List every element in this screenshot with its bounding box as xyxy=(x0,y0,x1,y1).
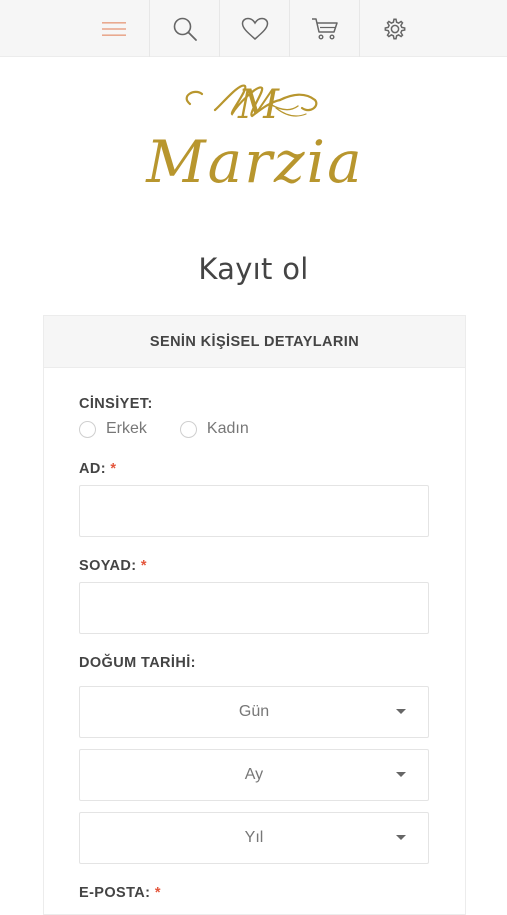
email-label: E-POSTA: * xyxy=(79,885,161,901)
last-name-field[interactable] xyxy=(79,582,429,634)
first-name-label: AD: * xyxy=(79,461,116,477)
birth-day-placeholder: Gün xyxy=(238,703,270,720)
first-name-label-text: AD: xyxy=(79,461,106,477)
birth-month-select[interactable]: Ay xyxy=(79,749,429,801)
first-name-field[interactable] xyxy=(79,485,429,537)
gender-options: Erkek Kadın xyxy=(79,418,282,440)
gender-label: CİNSİYET: xyxy=(79,396,153,412)
gender-option-male[interactable]: Erkek xyxy=(79,420,147,438)
last-name-label: SOYAD: * xyxy=(79,558,147,574)
cart-icon xyxy=(311,17,338,40)
birthdate-label: DOĞUM TARİHİ: xyxy=(79,655,196,671)
email-label-text: E-POSTA: xyxy=(79,885,151,901)
wishlist-button[interactable] xyxy=(219,0,289,57)
birth-year-select[interactable]: Yıl xyxy=(79,812,429,864)
settings-button[interactable] xyxy=(359,0,429,57)
gender-option-label: Kadın xyxy=(206,420,249,437)
heart-icon xyxy=(241,17,268,40)
chevron-down-icon xyxy=(396,835,406,840)
cart-button[interactable] xyxy=(289,0,359,57)
chevron-down-icon xyxy=(396,772,406,777)
logo-monogram: M xyxy=(237,82,280,128)
radio-female[interactable] xyxy=(179,420,197,438)
menu-icon xyxy=(102,21,126,36)
logo-mark: M Marzia xyxy=(145,82,363,196)
brand-logo[interactable]: M Marzia xyxy=(120,74,390,196)
top-nav-bar xyxy=(0,0,507,57)
required-mark: * xyxy=(140,558,147,574)
last-name-label-text: SOYAD: xyxy=(79,558,137,574)
birth-month-placeholder: Ay xyxy=(244,766,264,783)
menu-button[interactable] xyxy=(79,0,149,57)
birth-day-select[interactable]: Gün xyxy=(79,686,429,738)
page-title: Kayıt ol xyxy=(198,252,309,286)
required-mark: * xyxy=(110,461,117,477)
search-icon xyxy=(173,17,197,41)
required-mark: * xyxy=(154,885,161,901)
search-button[interactable] xyxy=(149,0,219,57)
gender-option-label: Erkek xyxy=(106,420,147,437)
panel-heading: SENİN KİŞİSEL DETAYLARIN xyxy=(44,316,465,368)
birth-year-placeholder: Yıl xyxy=(244,829,264,846)
gender-option-female[interactable]: Kadın xyxy=(179,420,249,438)
logo-wordmark: Marzia xyxy=(145,128,363,192)
chevron-down-icon xyxy=(396,709,406,714)
gear-icon xyxy=(384,18,405,39)
radio-male[interactable] xyxy=(79,420,96,438)
